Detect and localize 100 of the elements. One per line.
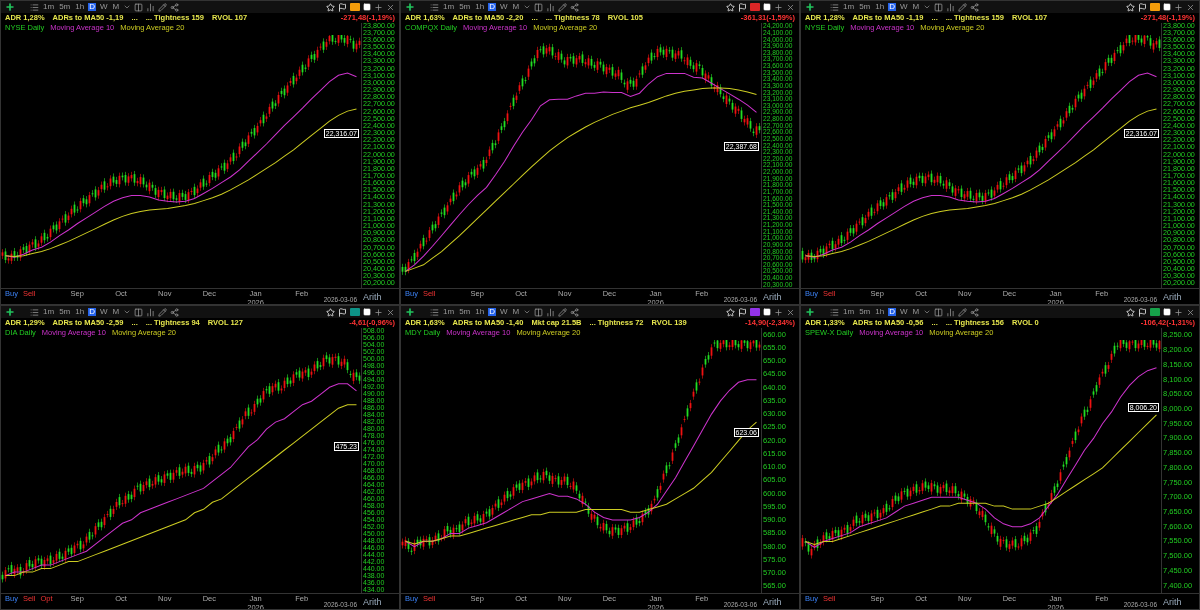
menu-icon[interactable] bbox=[430, 2, 439, 12]
menu-icon[interactable] bbox=[830, 307, 839, 317]
flag-icon[interactable] bbox=[1138, 2, 1147, 12]
timeframe-tab[interactable]: 1m bbox=[842, 308, 856, 316]
pencil-icon[interactable] bbox=[958, 2, 968, 12]
timeframe-tab[interactable]: 5m bbox=[858, 308, 872, 316]
menu-icon[interactable] bbox=[830, 2, 839, 12]
share-icon[interactable] bbox=[570, 307, 580, 317]
timeframe-tab[interactable]: W bbox=[98, 308, 109, 316]
timeframe-tab[interactable]: W bbox=[898, 3, 909, 11]
timeframe-tab[interactable]: D bbox=[888, 308, 896, 316]
star-icon[interactable] bbox=[326, 307, 335, 317]
timeframe-tab[interactable]: 1h bbox=[474, 308, 486, 316]
color-badge[interactable] bbox=[750, 308, 760, 316]
timeframe-tab[interactable]: 1m bbox=[42, 308, 56, 316]
layout-icon[interactable] bbox=[134, 2, 144, 12]
scale-label[interactable]: Arith bbox=[361, 594, 399, 607]
timeframe-tab[interactable]: 5m bbox=[458, 308, 472, 316]
star-icon[interactable] bbox=[326, 2, 335, 12]
timeframe-tab[interactable]: 1h bbox=[74, 3, 86, 11]
window-icon[interactable] bbox=[1163, 3, 1171, 11]
share-icon[interactable] bbox=[170, 307, 180, 317]
flag-icon[interactable] bbox=[738, 307, 747, 317]
flag-icon[interactable] bbox=[338, 307, 347, 317]
bar-chart-icon[interactable] bbox=[946, 307, 956, 317]
flag-icon[interactable] bbox=[738, 2, 747, 12]
add-icon[interactable] bbox=[405, 307, 415, 317]
timeframe-tab[interactable]: W bbox=[498, 308, 509, 316]
add-icon[interactable] bbox=[1174, 2, 1183, 12]
star-icon[interactable] bbox=[726, 2, 735, 12]
caret-icon[interactable] bbox=[523, 3, 532, 11]
window-icon[interactable] bbox=[763, 3, 771, 11]
share-icon[interactable] bbox=[970, 307, 980, 317]
flag-icon[interactable] bbox=[1138, 307, 1147, 317]
close-icon[interactable] bbox=[386, 2, 395, 12]
pencil-icon[interactable] bbox=[158, 2, 168, 12]
bar-chart-icon[interactable] bbox=[146, 307, 156, 317]
menu-icon[interactable] bbox=[30, 2, 39, 12]
caret-icon[interactable] bbox=[123, 308, 132, 316]
pencil-icon[interactable] bbox=[158, 307, 168, 317]
timeframe-tab[interactable]: M bbox=[511, 3, 521, 11]
scale-label[interactable]: Arith bbox=[361, 289, 399, 302]
add-icon[interactable] bbox=[5, 307, 15, 317]
timeframe-tab[interactable]: W bbox=[498, 3, 509, 11]
menu-icon[interactable] bbox=[30, 307, 39, 317]
color-badge[interactable] bbox=[1150, 3, 1160, 11]
menu-icon[interactable] bbox=[430, 307, 439, 317]
add-icon[interactable] bbox=[805, 2, 815, 12]
timeframe-tab[interactable]: W bbox=[898, 308, 909, 316]
timeframe-tab[interactable]: 1m bbox=[42, 3, 56, 11]
bar-chart-icon[interactable] bbox=[946, 2, 956, 12]
timeframe-tab[interactable]: M bbox=[111, 3, 121, 11]
caret-icon[interactable] bbox=[123, 3, 132, 11]
add-icon[interactable] bbox=[1174, 307, 1183, 317]
timeframe-tab[interactable]: D bbox=[888, 3, 896, 11]
color-badge[interactable] bbox=[350, 3, 360, 11]
pencil-icon[interactable] bbox=[558, 2, 568, 12]
caret-icon[interactable] bbox=[923, 308, 932, 316]
star-icon[interactable] bbox=[726, 307, 735, 317]
color-badge[interactable] bbox=[750, 3, 760, 11]
timeframe-tab[interactable]: 1h bbox=[74, 308, 86, 316]
layout-icon[interactable] bbox=[934, 2, 944, 12]
timeframe-tab[interactable]: D bbox=[488, 3, 496, 11]
timeframe-tab[interactable]: 5m bbox=[458, 3, 472, 11]
share-icon[interactable] bbox=[970, 2, 980, 12]
window-icon[interactable] bbox=[1163, 308, 1171, 316]
bar-chart-icon[interactable] bbox=[146, 2, 156, 12]
share-icon[interactable] bbox=[170, 2, 180, 12]
star-icon[interactable] bbox=[1126, 307, 1135, 317]
close-icon[interactable] bbox=[786, 307, 795, 317]
add-icon[interactable] bbox=[774, 307, 783, 317]
layout-icon[interactable] bbox=[534, 2, 544, 12]
layout-icon[interactable] bbox=[134, 307, 144, 317]
timeframe-tab[interactable]: M bbox=[911, 3, 921, 11]
add-icon[interactable] bbox=[405, 2, 415, 12]
caret-icon[interactable] bbox=[923, 3, 932, 11]
close-icon[interactable] bbox=[786, 2, 795, 12]
timeframe-tab[interactable]: 5m bbox=[58, 308, 72, 316]
add-icon[interactable] bbox=[374, 307, 383, 317]
window-icon[interactable] bbox=[363, 308, 371, 316]
caret-icon[interactable] bbox=[523, 308, 532, 316]
add-icon[interactable] bbox=[805, 307, 815, 317]
scale-label[interactable]: Arith bbox=[761, 594, 799, 607]
bar-chart-icon[interactable] bbox=[546, 307, 556, 317]
timeframe-tab[interactable]: D bbox=[88, 308, 96, 316]
timeframe-tab[interactable]: 1m bbox=[842, 3, 856, 11]
close-icon[interactable] bbox=[1186, 2, 1195, 12]
timeframe-tab[interactable]: D bbox=[488, 308, 496, 316]
timeframe-tab[interactable]: M bbox=[111, 308, 121, 316]
layout-icon[interactable] bbox=[934, 307, 944, 317]
layout-icon[interactable] bbox=[534, 307, 544, 317]
close-icon[interactable] bbox=[386, 307, 395, 317]
timeframe-tab[interactable]: 1h bbox=[474, 3, 486, 11]
scale-label[interactable]: Arith bbox=[1161, 289, 1199, 302]
flag-icon[interactable] bbox=[338, 2, 347, 12]
timeframe-tab[interactable]: D bbox=[88, 3, 96, 11]
scale-label[interactable]: Arith bbox=[761, 289, 799, 302]
star-icon[interactable] bbox=[1126, 2, 1135, 12]
timeframe-tab[interactable]: M bbox=[911, 308, 921, 316]
scale-label[interactable]: Arith bbox=[1161, 594, 1199, 607]
